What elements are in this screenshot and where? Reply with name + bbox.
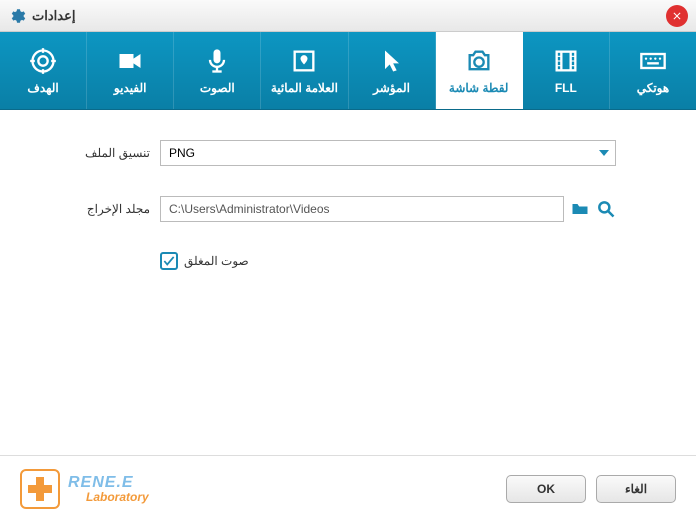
tab-bar: الهدف الفيديو الصوت العلامة المائية المؤ… [0, 32, 696, 110]
window-title: إعدادات [32, 8, 75, 24]
shutter-sound-label: صوت المغلق [184, 254, 249, 268]
ok-button[interactable]: OK [506, 475, 586, 503]
shutter-sound-checkbox[interactable] [160, 252, 178, 270]
shutter-sound-row: صوت المغلق [160, 252, 616, 270]
watermark-icon [290, 47, 318, 75]
file-format-label: تنسيق الملف [80, 146, 150, 160]
logo-main: RENE.E [68, 474, 149, 492]
search-icon[interactable] [596, 199, 616, 219]
tab-label: الصوت [200, 81, 235, 95]
tab-screenshot[interactable]: لقطة شاشة [436, 32, 523, 109]
keyboard-icon [639, 47, 667, 75]
video-icon [116, 47, 144, 75]
tab-fll[interactable]: FLL [523, 32, 610, 109]
tab-label: FLL [555, 81, 577, 95]
tab-video[interactable]: الفيديو [87, 32, 174, 109]
gear-icon [8, 7, 26, 25]
tab-label: الفيديو [114, 81, 147, 95]
logo: RENE.E Laboratory [20, 469, 149, 509]
target-icon [29, 47, 57, 75]
camera-icon [465, 47, 493, 75]
close-icon [671, 10, 683, 22]
file-format-row: تنسيق الملف PNG [80, 140, 616, 166]
check-icon [162, 254, 176, 268]
tab-hotkey[interactable]: هوتكي [610, 32, 696, 109]
tab-label: لقطة شاشة [449, 81, 509, 95]
tab-label: المؤشر [373, 81, 410, 95]
file-format-value: PNG [169, 146, 195, 160]
footer: RENE.E Laboratory OK الغاء [0, 455, 696, 522]
tab-cursor[interactable]: المؤشر [349, 32, 436, 109]
output-folder-input[interactable] [160, 196, 564, 222]
microphone-icon [203, 47, 231, 75]
output-folder-row: مجلد الإخراج [80, 196, 616, 222]
output-folder-label: مجلد الإخراج [80, 202, 150, 216]
content-panel: تنسيق الملف PNG مجلد الإخراج صوت المغلق [0, 110, 696, 455]
logo-badge [20, 469, 60, 509]
tab-audio[interactable]: الصوت [174, 32, 261, 109]
tab-label: الهدف [27, 81, 58, 95]
cancel-button[interactable]: الغاء [596, 475, 676, 503]
tab-label: العلامة المائية [271, 81, 338, 95]
tab-label: هوتكي [637, 81, 670, 95]
file-format-select[interactable]: PNG [160, 140, 616, 166]
close-button[interactable] [666, 5, 688, 27]
cursor-icon [378, 47, 406, 75]
chevron-down-icon [599, 150, 609, 156]
folder-icon[interactable] [570, 199, 590, 219]
film-icon [552, 47, 580, 75]
tab-target[interactable]: الهدف [0, 32, 87, 109]
logo-sub: Laboratory [86, 491, 149, 504]
title-bar: إعدادات [0, 0, 696, 32]
tab-watermark[interactable]: العلامة المائية [261, 32, 348, 109]
